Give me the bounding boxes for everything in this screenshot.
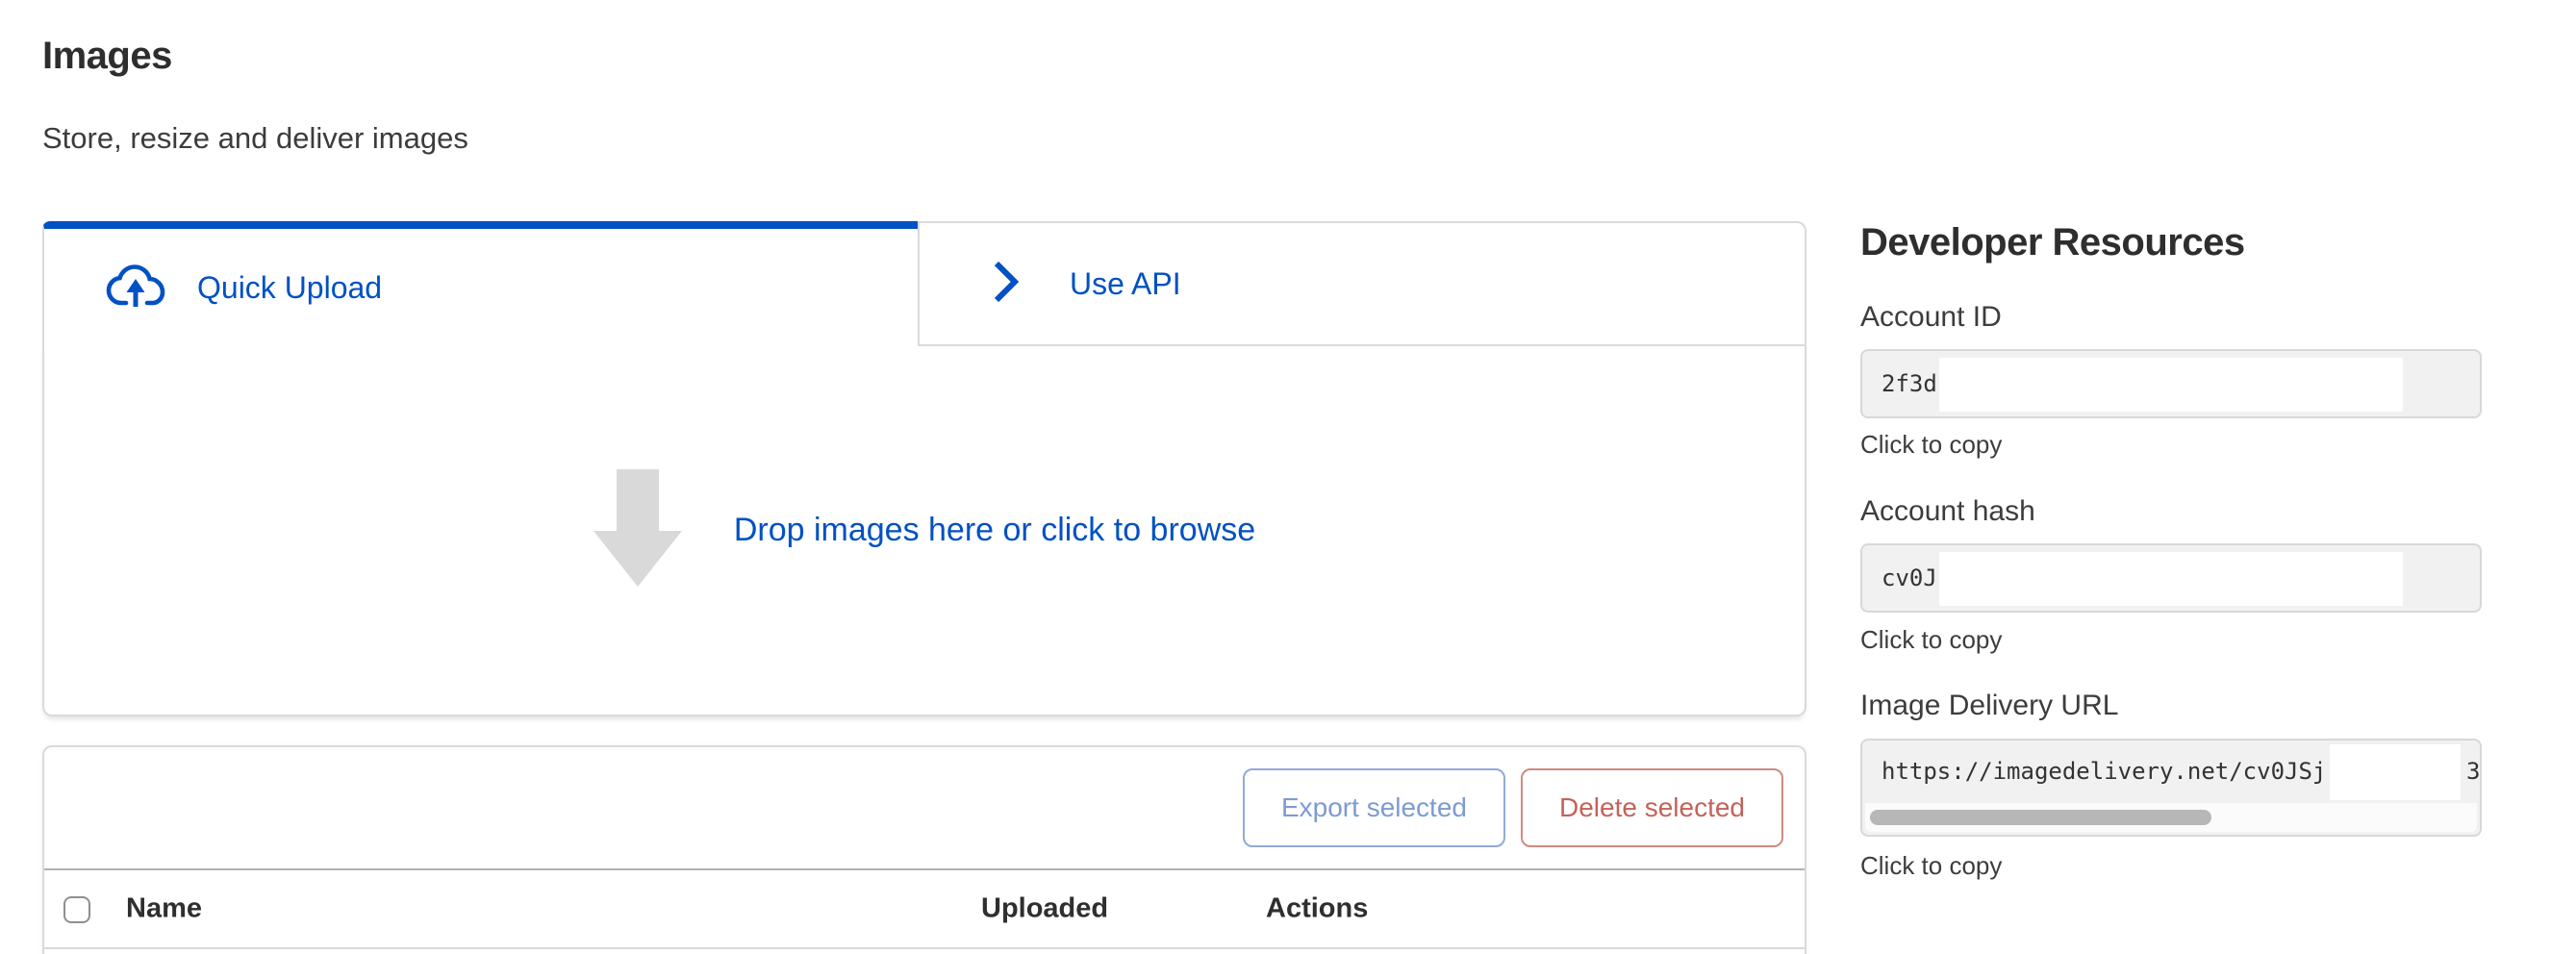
page-title: Images bbox=[42, 35, 172, 78]
account-hash-field[interactable]: cv0J bbox=[1860, 543, 2482, 613]
account-hash-copy-hint: Click to copy bbox=[1860, 624, 2002, 655]
tab-use-api[interactable]: Use API bbox=[918, 221, 1806, 346]
drop-zone-label: Drop images here or click to browse bbox=[734, 512, 1255, 549]
image-list-panel: Export selected Delete selected Name Upl… bbox=[42, 745, 1806, 954]
sidebar-title: Developer Resources bbox=[1860, 219, 2245, 265]
image-delivery-url-field[interactable]: https://imagedelivery.net/cv0JSj 3 bbox=[1860, 739, 2482, 837]
image-drop-zone[interactable]: Drop images here or click to browse bbox=[42, 346, 1806, 716]
select-all-checkbox[interactable] bbox=[63, 896, 90, 923]
column-header-uploaded: Uploaded bbox=[981, 893, 1108, 925]
account-id-redaction bbox=[1939, 358, 2403, 412]
delete-selected-button[interactable]: Delete selected bbox=[1521, 768, 1783, 847]
table-header-row: Name Uploaded Actions bbox=[44, 870, 1805, 949]
column-header-actions: Actions bbox=[1266, 893, 1368, 925]
account-hash-redaction bbox=[1939, 552, 2403, 606]
image-delivery-url-fragment: 3 bbox=[2466, 758, 2480, 785]
bulk-actions-toolbar: Export selected Delete selected bbox=[44, 747, 1805, 870]
developer-resources-sidebar: Developer Resources Account ID 2f3d Clic… bbox=[1860, 0, 2482, 954]
account-id-value: 2f3d bbox=[1881, 370, 1937, 397]
horizontal-scrollbar-thumb[interactable] bbox=[1870, 810, 2211, 825]
horizontal-scrollbar-track bbox=[1865, 803, 2477, 832]
account-id-field[interactable]: 2f3d bbox=[1860, 349, 2482, 418]
image-delivery-url-redaction bbox=[2330, 744, 2461, 800]
page-subtitle: Store, resize and deliver images bbox=[42, 121, 468, 156]
tab-use-api-label: Use API bbox=[1070, 266, 1181, 302]
arrow-down-icon bbox=[593, 469, 682, 591]
image-delivery-url-value: https://imagedelivery.net/cv0JSj bbox=[1881, 758, 2326, 785]
account-hash-value: cv0J bbox=[1881, 565, 1937, 591]
upload-tabs: Quick Upload Use API bbox=[42, 221, 1806, 346]
export-selected-button[interactable]: Export selected bbox=[1243, 768, 1505, 847]
image-delivery-url-code-row: https://imagedelivery.net/cv0JSj 3 bbox=[1862, 741, 2480, 802]
chevron-right-icon bbox=[993, 259, 1020, 310]
tab-quick-upload-label: Quick Upload bbox=[197, 270, 382, 306]
account-id-copy-hint: Click to copy bbox=[1860, 429, 2002, 460]
column-header-name: Name bbox=[126, 893, 202, 925]
tab-quick-upload[interactable]: Quick Upload bbox=[42, 221, 918, 346]
account-hash-label: Account hash bbox=[1860, 494, 2035, 529]
account-id-label: Account ID bbox=[1860, 300, 2002, 335]
image-delivery-url-copy-hint: Click to copy bbox=[1860, 850, 2002, 881]
cloud-upload-icon bbox=[106, 264, 165, 312]
image-delivery-url-label: Image Delivery URL bbox=[1860, 689, 2118, 723]
